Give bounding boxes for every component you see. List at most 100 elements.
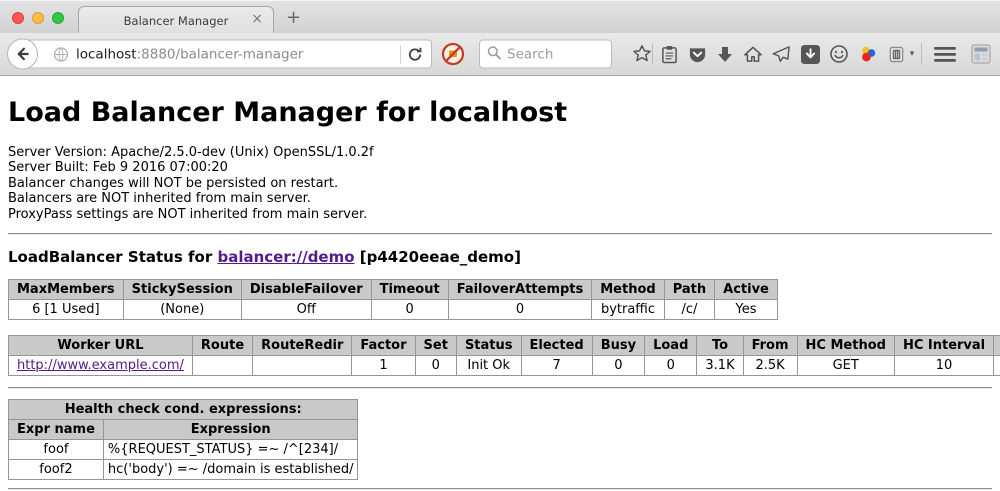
balancer-link[interactable]: balancer://demo bbox=[217, 248, 354, 266]
overflow-caret-icon[interactable]: ▾ bbox=[905, 49, 919, 59]
balancer-status-prefix: LoadBalancer Status for bbox=[8, 248, 212, 266]
cell-stickysession: (None) bbox=[123, 300, 241, 320]
site-identity-icon[interactable] bbox=[53, 46, 69, 62]
tab-balancer-manager[interactable]: Balancer Manager × bbox=[78, 6, 274, 34]
cell-routeredir bbox=[253, 356, 352, 376]
server-built-line: Server Built: Feb 9 2016 07:00:20 bbox=[8, 160, 992, 175]
urlbar-divider bbox=[400, 45, 401, 63]
column-header: Expression bbox=[103, 420, 358, 440]
table-row: 6 [1 Used] (None) Off 0 0 bytraffic /c/ … bbox=[9, 300, 778, 320]
url-domain: localhost bbox=[76, 46, 137, 62]
column-header: Worker URL bbox=[9, 336, 193, 356]
column-header: RouteRedir bbox=[253, 336, 352, 356]
downloads-icon[interactable] bbox=[712, 39, 738, 69]
window-controls bbox=[12, 12, 64, 24]
table-row: http://www.example.com/ 1 0 Init Ok 7 0 … bbox=[9, 356, 1000, 376]
save-to-device-icon[interactable] bbox=[797, 39, 823, 69]
cell-hc-interval: 10 bbox=[894, 356, 993, 376]
cell-method: bytraffic bbox=[592, 300, 664, 320]
worker-status-table: Worker URL Route RouteRedir Factor Set S… bbox=[8, 335, 1000, 376]
reading-list-icon[interactable] bbox=[656, 39, 682, 69]
column-header: Status bbox=[456, 336, 521, 356]
cell-set: 0 bbox=[415, 356, 456, 376]
section-divider bbox=[8, 387, 992, 389]
url-bar[interactable]: localhost:8880/balancer-manager bbox=[24, 40, 432, 69]
cell-to: 3.1K bbox=[697, 356, 743, 376]
back-button[interactable] bbox=[7, 39, 38, 70]
cell-expr-name: foof2 bbox=[9, 460, 104, 480]
feedback-smiley-icon[interactable] bbox=[826, 39, 852, 69]
reload-button[interactable] bbox=[407, 46, 431, 62]
health-table-title: Health check cond. expressions: bbox=[9, 400, 358, 420]
section-divider bbox=[8, 488, 992, 490]
column-header: Set bbox=[415, 336, 456, 356]
column-header: StickySession bbox=[123, 280, 241, 300]
navigation-toolbar: localhost:8880/balancer-manager bbox=[0, 33, 1000, 76]
column-header: Elected bbox=[521, 336, 592, 356]
column-header: MaxMembers bbox=[9, 280, 124, 300]
column-header: Method bbox=[592, 280, 664, 300]
table-header-row: Expr name Expression bbox=[9, 420, 358, 440]
cell-timeout: 0 bbox=[371, 300, 448, 320]
column-header: HC Interval bbox=[894, 336, 993, 356]
table-row: foof2 hc('body') =~ /domain is establish… bbox=[9, 460, 358, 480]
tab-close-icon[interactable]: × bbox=[251, 11, 263, 27]
column-header: Path bbox=[664, 280, 714, 300]
url-text[interactable]: localhost:8880/balancer-manager bbox=[76, 46, 394, 62]
plugin-blocked-icon[interactable] bbox=[441, 42, 465, 66]
cell-maxmembers: 6 [1 Used] bbox=[9, 300, 124, 320]
cell-expr-name: foof bbox=[9, 440, 104, 460]
table-row: foof %{REQUEST_STATUS} =~ /^[234]/ bbox=[9, 440, 358, 460]
table-header-row: Worker URL Route RouteRedir Factor Set S… bbox=[9, 336, 1000, 356]
cell-elected: 7 bbox=[521, 356, 592, 376]
minimize-window-button[interactable] bbox=[32, 12, 44, 24]
inherit-notice-line: Balancers are NOT inherited from main se… bbox=[8, 191, 992, 206]
table-title-row: Health check cond. expressions: bbox=[9, 400, 358, 420]
cell-active: Yes bbox=[715, 300, 778, 320]
menu-hamburger-icon[interactable] bbox=[932, 39, 958, 69]
column-header: Passes bbox=[994, 336, 1000, 356]
column-header: Busy bbox=[592, 336, 644, 356]
cell-worker-url: http://www.example.com/ bbox=[9, 356, 193, 376]
column-header: Route bbox=[192, 336, 252, 356]
column-header: Expr name bbox=[9, 420, 104, 440]
url-path: :8880/balancer-manager bbox=[137, 46, 304, 62]
table-header-row: MaxMembers StickySession DisableFailover… bbox=[9, 280, 778, 300]
colored-dots-extension-icon[interactable] bbox=[855, 39, 881, 69]
column-header: HC Method bbox=[797, 336, 894, 356]
page-content: Load Balancer Manager for localhost Serv… bbox=[0, 97, 1000, 490]
close-window-button[interactable] bbox=[12, 12, 24, 24]
column-header: Timeout bbox=[371, 280, 448, 300]
page-snapshot-icon[interactable] bbox=[968, 39, 994, 69]
server-version-line: Server Version: Apache/2.5.0-dev (Unix) … bbox=[8, 145, 992, 160]
health-check-table: Health check cond. expressions: Expr nam… bbox=[8, 399, 358, 480]
cell-factor: 1 bbox=[352, 356, 415, 376]
column-header: Factor bbox=[352, 336, 415, 356]
search-input[interactable] bbox=[507, 46, 604, 62]
send-plane-icon[interactable] bbox=[768, 39, 794, 69]
worker-url-link[interactable]: http://www.example.com/ bbox=[17, 358, 184, 373]
cell-busy: 0 bbox=[592, 356, 644, 376]
balancer-settings-table: MaxMembers StickySession DisableFailover… bbox=[8, 279, 778, 320]
column-header: Active bbox=[715, 280, 778, 300]
pocket-icon[interactable] bbox=[684, 39, 710, 69]
balancer-nonce: [p4420eeae_demo] bbox=[360, 248, 521, 266]
cell-expression: %{REQUEST_STATUS} =~ /^[234]/ bbox=[103, 440, 358, 460]
column-header: Load bbox=[645, 336, 697, 356]
fullscreen-window-button[interactable] bbox=[52, 12, 64, 24]
persist-notice-line: Balancer changes will NOT be persisted o… bbox=[8, 176, 992, 191]
tab-bar: Balancer Manager × + bbox=[0, 0, 1000, 33]
home-icon[interactable] bbox=[740, 39, 766, 69]
search-icon bbox=[487, 45, 501, 64]
proxypass-notice-line: ProxyPass settings are NOT inherited fro… bbox=[8, 207, 992, 222]
balancer-status-heading: LoadBalancer Status for balancer://demo … bbox=[8, 248, 992, 266]
server-info: Server Version: Apache/2.5.0-dev (Unix) … bbox=[8, 145, 992, 222]
browser-window: Balancer Manager × + localhost:8880/bala… bbox=[0, 0, 1000, 491]
cell-path: /c/ bbox=[664, 300, 714, 320]
cell-passes: 1 (0) bbox=[994, 356, 1000, 376]
search-bar[interactable] bbox=[479, 40, 612, 69]
new-tab-button[interactable]: + bbox=[278, 5, 309, 30]
cell-hc-method: GET bbox=[797, 356, 894, 376]
toolbar-separator bbox=[921, 43, 922, 65]
cell-status: Init Ok bbox=[456, 356, 521, 376]
